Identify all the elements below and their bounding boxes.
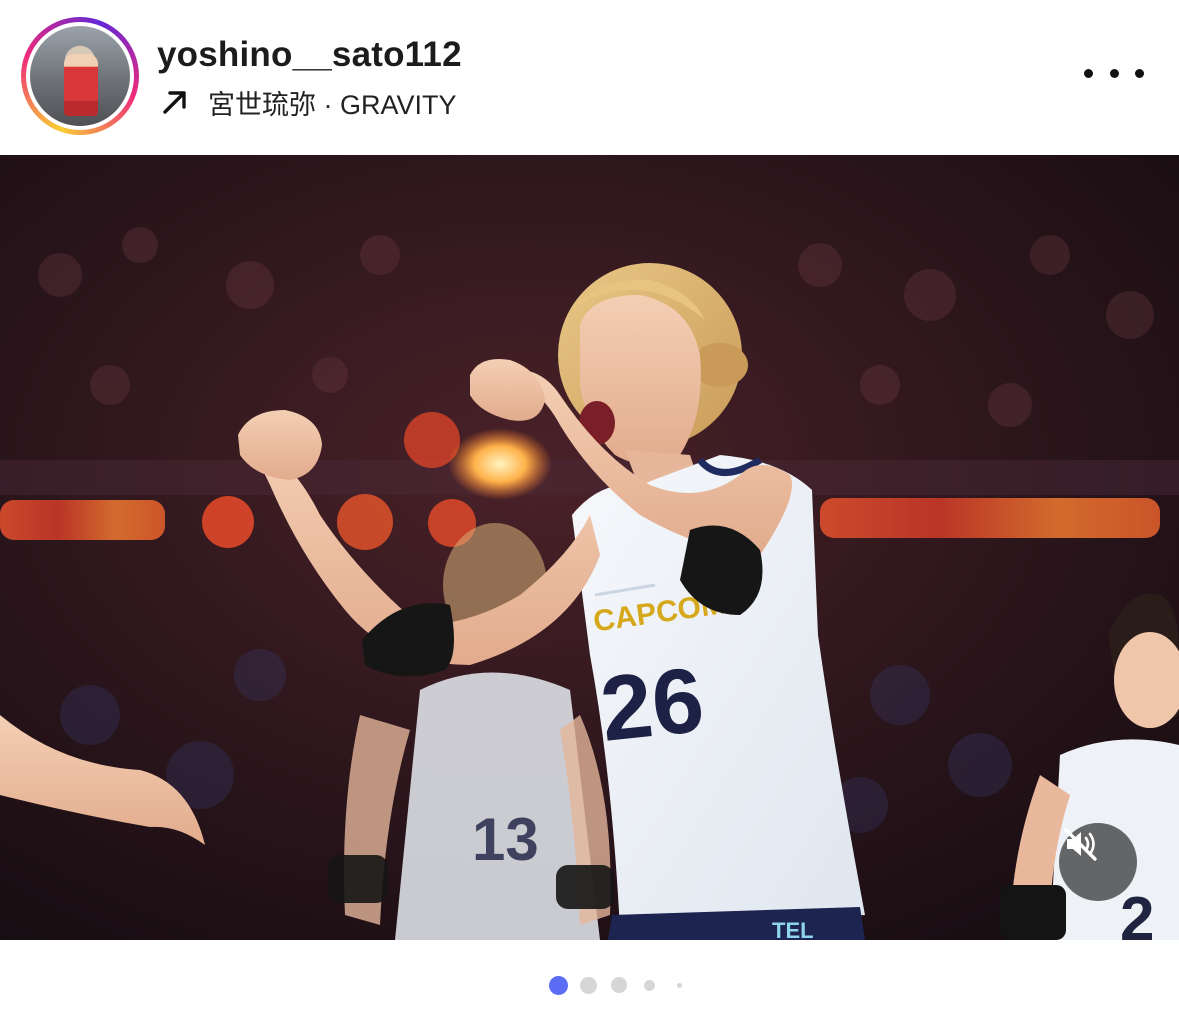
story-ring[interactable]: [21, 17, 139, 135]
avatar-figure: [64, 54, 98, 116]
volleyball-photo: 13 2 CAPCOM 26 TEL: [0, 155, 1179, 940]
jersey-number-right: 2: [1120, 885, 1154, 940]
post-header: yoshino__sato112 宮世琉弥 · GRAVITY: [0, 0, 1179, 155]
location-row[interactable]: 宮世琉弥 · GRAVITY: [160, 84, 457, 120]
location-text[interactable]: 宮世琉弥 · GRAVITY: [208, 83, 457, 122]
username[interactable]: yoshino__sato112: [157, 35, 462, 75]
speaker-muted-icon: [1064, 828, 1097, 861]
avatar[interactable]: [30, 26, 130, 126]
arrow-up-right-icon: [163, 91, 186, 114]
mute-button[interactable]: [1059, 823, 1137, 901]
carousel-indicator: [0, 972, 1179, 998]
carousel-dot-2[interactable]: [580, 977, 597, 994]
carousel-dot-3[interactable]: [611, 977, 627, 993]
more-dot-icon: [1084, 68, 1093, 78]
jersey-number-back: 13: [472, 806, 539, 873]
more-options-button[interactable]: [1084, 58, 1144, 88]
carousel-dot-4[interactable]: [644, 980, 655, 991]
carousel-dot-5[interactable]: [677, 983, 682, 988]
carousel-dot-1[interactable]: [549, 976, 568, 995]
more-dot-icon: [1109, 68, 1119, 78]
jersey-number-main: 26: [596, 649, 708, 761]
more-dot-icon: [1135, 68, 1144, 78]
post-media[interactable]: 13 2 CAPCOM 26 TEL: [0, 155, 1179, 940]
shorts-logo: TEL: [772, 918, 814, 940]
